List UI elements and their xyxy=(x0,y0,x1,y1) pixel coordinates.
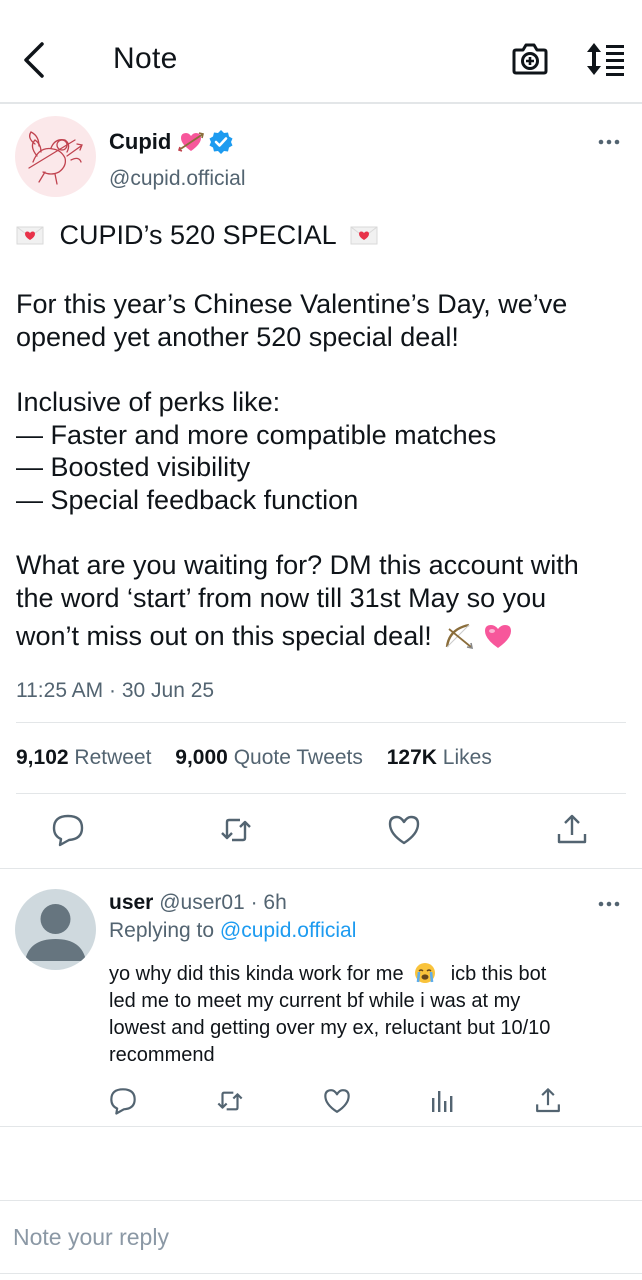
retweets-count: 9,102 xyxy=(16,746,69,769)
reply-like-button[interactable] xyxy=(322,1086,352,1116)
reply-button[interactable] xyxy=(50,812,86,848)
tweet-paragraph-line: For this year’s Chinese Valentine’s Day,… xyxy=(16,289,568,319)
quotes-count: 9,000 xyxy=(175,746,228,769)
reply-text-line: recommend xyxy=(109,1044,215,1066)
divider xyxy=(0,868,642,869)
tweet-paragraph-line: won’t miss out on this special deal! xyxy=(16,621,432,651)
share-button[interactable] xyxy=(554,812,590,848)
heart-icon xyxy=(388,815,420,845)
retweets-stat[interactable]: 9,102 Retweet xyxy=(16,746,151,769)
reply-author-meta: @user01 · 6h xyxy=(159,891,287,914)
tweet-perk-item: — Special feedback function xyxy=(16,485,359,515)
tweet-perk-item: — Boosted visibility xyxy=(16,452,251,482)
retweet-icon xyxy=(221,818,251,842)
retweet-button[interactable] xyxy=(218,812,254,848)
author-handle[interactable]: @cupid.official xyxy=(109,167,246,191)
reply-text: yo why did this kinda work for me icb th… xyxy=(109,961,629,1069)
retweets-label: Retweet xyxy=(74,746,152,769)
love-letter-icon xyxy=(16,226,44,245)
reply-header: user @user01 · 6h xyxy=(109,891,287,915)
reply-text-line: led me to meet my current bf while i was… xyxy=(109,990,521,1012)
likes-label: Likes xyxy=(442,746,492,769)
pink-heart-icon xyxy=(484,625,511,648)
divider xyxy=(16,722,626,723)
likes-stat[interactable]: 127K Likes xyxy=(387,746,492,769)
replying-to: Replying to @cupid.official xyxy=(109,919,356,943)
tweet-stats: 9,102 Retweet 9,000 Quote Tweets 127K Li… xyxy=(16,746,510,770)
comment-icon xyxy=(52,814,84,847)
cupid-logo-icon xyxy=(28,131,83,185)
quotes-label: Quote Tweets xyxy=(233,746,363,769)
top-bar: Note xyxy=(0,0,642,104)
cupid-avatar[interactable] xyxy=(15,116,96,197)
tweet-headline-line: CUPID’s 520 SPECIAL xyxy=(16,219,378,252)
chevron-left-icon xyxy=(24,42,44,78)
more-horizontal-icon xyxy=(598,139,620,145)
reply-text-line: yo why did this kinda work for me icb th… xyxy=(109,961,629,988)
tweet-perk-item: — Faster and more compatible matches xyxy=(16,420,497,450)
verified-badge-icon xyxy=(209,130,233,154)
tweet-paragraph-line: What are you waiting for? DM this accoun… xyxy=(16,550,579,580)
tweet-timestamp: 11:25 AM · 30 Jun 25 xyxy=(16,679,215,702)
sort-list-icon xyxy=(587,43,624,76)
tweet-paragraph-line: opened yet another 520 special deal! xyxy=(16,322,459,352)
camera-icon xyxy=(512,43,548,75)
replying-to-prefix: Replying to xyxy=(109,919,215,942)
sort-button[interactable] xyxy=(584,41,626,77)
reply-author-avatar[interactable] xyxy=(15,889,96,970)
reply-author-name[interactable]: user xyxy=(109,891,153,914)
sob-emoji-icon xyxy=(415,963,436,983)
default-avatar-icon xyxy=(25,904,86,961)
share-icon xyxy=(557,814,587,844)
tweet-perks-intro: Inclusive of perks like: xyxy=(16,387,281,417)
reply-composer-input[interactable] xyxy=(0,1200,642,1274)
author-display-name[interactable]: Cupid xyxy=(109,129,171,155)
heart-icon xyxy=(324,1089,350,1113)
more-horizontal-icon xyxy=(598,901,620,907)
like-button[interactable] xyxy=(386,812,422,848)
tweet-detail-screen: Note Cupid @cupid.official CUPID’s 520 S… xyxy=(0,0,642,1280)
replying-to-link[interactable]: @cupid.official xyxy=(220,919,357,942)
share-icon xyxy=(536,1088,560,1113)
divider xyxy=(16,793,626,794)
retweet-icon xyxy=(217,1091,243,1111)
comment-icon xyxy=(110,1088,136,1115)
love-letter-icon xyxy=(350,226,378,245)
tweet-more-button[interactable] xyxy=(597,132,621,152)
analytics-icon xyxy=(432,1091,453,1112)
heart-with-arrow-icon xyxy=(178,132,204,152)
reply-text-line: lowest and getting over my ex, reluctant… xyxy=(109,1017,551,1039)
divider xyxy=(0,1126,642,1127)
reply-retweet-button[interactable] xyxy=(215,1086,245,1116)
quotes-stat[interactable]: 9,000 Quote Tweets xyxy=(175,746,363,769)
tweet-paragraph-line: the word ‘start’ from now till 31st May … xyxy=(16,583,547,613)
likes-count: 127K xyxy=(386,746,437,769)
reply-more-button[interactable] xyxy=(597,894,621,914)
camera-button[interactable] xyxy=(511,41,549,77)
tweet-paragraph-last-line: won’t miss out on this special deal! xyxy=(16,620,513,653)
back-button[interactable] xyxy=(18,40,52,80)
page-title: Note xyxy=(113,42,178,75)
reply-share-button[interactable] xyxy=(533,1086,563,1116)
reply-comment-button[interactable] xyxy=(108,1086,138,1116)
reply-analytics-button[interactable] xyxy=(428,1086,458,1116)
reply-text-segment: yo why did this kinda work for me xyxy=(109,963,404,985)
reply-text-segment: icb this bot xyxy=(450,963,547,985)
bow-and-arrow-icon xyxy=(446,623,474,650)
tweet-headline: CUPID’s 520 SPECIAL xyxy=(59,220,337,250)
